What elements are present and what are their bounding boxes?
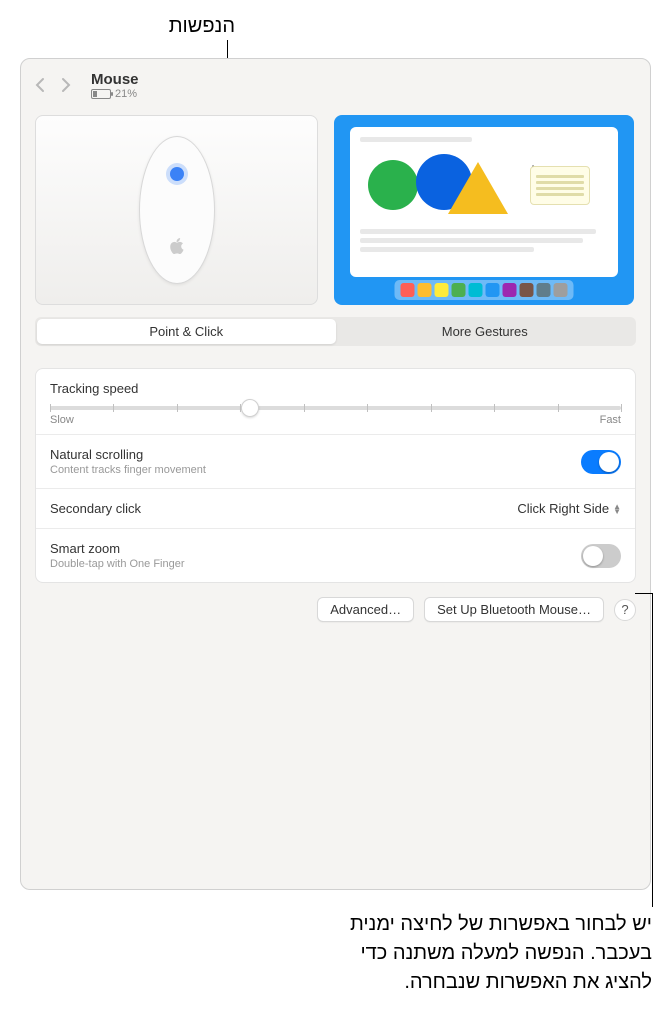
natural-scrolling-toggle[interactable]	[581, 450, 621, 474]
smart-zoom-label: Smart zoom	[50, 541, 185, 556]
window-header: Mouse 21%	[21, 59, 650, 111]
desktop-animation-preview: ▴	[334, 115, 634, 305]
tracking-speed-label: Tracking speed	[50, 381, 621, 396]
tab-more-gestures[interactable]: More Gestures	[336, 319, 635, 344]
apple-logo-icon	[170, 238, 184, 259]
smart-zoom-toggle[interactable]	[581, 544, 621, 568]
slider-fast-label: Fast	[600, 414, 621, 426]
slider-thumb[interactable]	[241, 399, 259, 417]
nav-arrows	[35, 77, 71, 93]
help-button[interactable]: ?	[614, 599, 636, 621]
callout-line	[635, 593, 652, 594]
advanced-button[interactable]: Advanced…	[317, 597, 414, 622]
mouse-animation-preview	[35, 115, 318, 305]
secondary-click-dropdown[interactable]: Click Right Side ▲▼	[517, 501, 621, 516]
chevron-updown-icon: ▲▼	[613, 504, 621, 514]
bottom-buttons: Advanced… Set Up Bluetooth Mouse… ?	[21, 583, 650, 636]
callout-secondary-click: יש לבחור באפשרות של לחיצה ימנית בעכבר. ה…	[350, 910, 652, 997]
back-button[interactable]	[35, 77, 45, 93]
tracking-speed-slider[interactable]	[50, 406, 621, 410]
preview-dock	[395, 280, 574, 300]
preview-app-window: ▴	[350, 127, 618, 277]
tracking-speed-row: Tracking speed Slow Fast	[36, 369, 635, 435]
context-menu-preview	[530, 166, 590, 205]
setup-bluetooth-button[interactable]: Set Up Bluetooth Mouse…	[424, 597, 604, 622]
secondary-click-label: Secondary click	[50, 501, 141, 516]
mouse-touch-indicator	[170, 167, 184, 181]
tab-point-click[interactable]: Point & Click	[37, 319, 336, 344]
preview-row: ▴	[21, 111, 650, 317]
battery-icon	[91, 89, 111, 99]
mouse-settings-window: Mouse 21% ▴	[20, 58, 651, 890]
secondary-click-value: Click Right Side	[517, 501, 609, 516]
battery-status: 21%	[91, 88, 139, 100]
page-title: Mouse	[91, 71, 139, 88]
slider-slow-label: Slow	[50, 414, 74, 426]
smart-zoom-row: Smart zoom Double-tap with One Finger	[36, 529, 635, 582]
callout-animations-label: הנפשות	[169, 15, 235, 38]
natural-scrolling-label: Natural scrolling	[50, 447, 206, 462]
smart-zoom-sub: Double-tap with One Finger	[50, 558, 185, 570]
secondary-click-row: Secondary click Click Right Side ▲▼	[36, 489, 635, 529]
header-title-block: Mouse 21%	[91, 71, 139, 100]
natural-scrolling-row: Natural scrolling Content tracks finger …	[36, 435, 635, 489]
tabs: Point & Click More Gestures	[35, 317, 636, 346]
forward-button[interactable]	[61, 77, 71, 93]
settings-list: Tracking speed Slow Fast Natural scrolli…	[35, 368, 636, 583]
mouse-shape	[139, 136, 215, 284]
battery-percent: 21%	[115, 88, 137, 100]
callout-line	[652, 593, 653, 907]
natural-scrolling-sub: Content tracks finger movement	[50, 464, 206, 476]
